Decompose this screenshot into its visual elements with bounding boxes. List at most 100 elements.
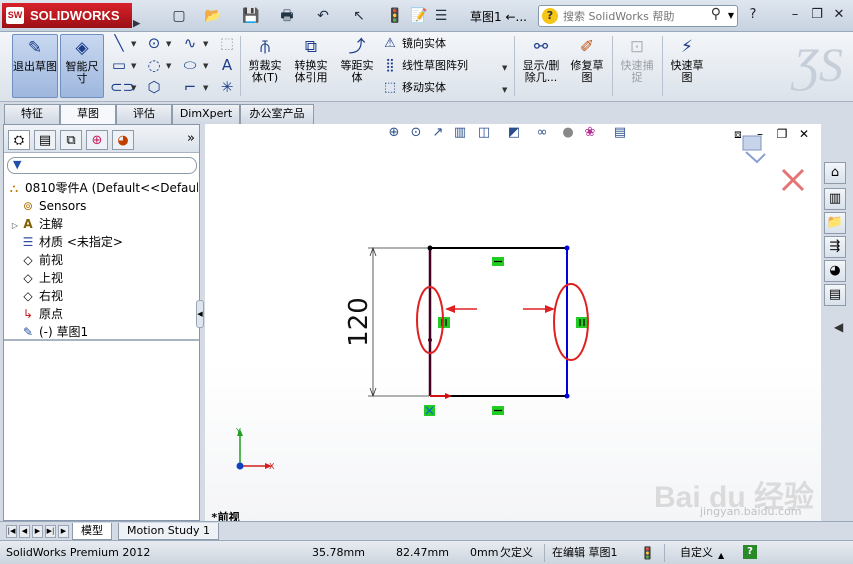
save-icon[interactable]: 💾 bbox=[242, 7, 260, 25]
units-custom[interactable]: 自定义 bbox=[680, 545, 713, 561]
ellipse-icon[interactable]: ⬭ bbox=[181, 56, 199, 74]
fillet-dropdown-icon[interactable]: ▼ bbox=[203, 84, 208, 92]
pattern-dropdown-icon[interactable]: ▼ bbox=[502, 64, 507, 72]
tab-evaluate[interactable]: 评估 bbox=[116, 104, 172, 124]
feature-filter[interactable]: ▼ bbox=[7, 157, 197, 174]
task-pane-collapse-icon[interactable]: ◀ bbox=[834, 320, 843, 334]
offset-entities-button[interactable]: ⤴ 等距实体 bbox=[336, 34, 378, 98]
horizontal-relation-bottom[interactable] bbox=[492, 406, 504, 415]
more-tabs-icon[interactable]: » bbox=[187, 131, 195, 146]
undo-icon[interactable]: ↶ bbox=[314, 7, 332, 25]
open-folder-icon[interactable]: 📂 bbox=[204, 7, 222, 25]
select-arrow-icon[interactable]: ↖ bbox=[350, 7, 368, 25]
convert-entities-button[interactable]: ⧉ 转换实体引用 bbox=[290, 34, 332, 98]
ellipse-dropdown-icon[interactable]: ▼ bbox=[203, 62, 208, 70]
move-entities-button[interactable]: ⬚ 移动实体 bbox=[382, 78, 446, 98]
help-menu-icon[interactable]: ? bbox=[744, 6, 762, 24]
feature-manager-tab-icon[interactable]: ⛭ bbox=[8, 130, 30, 150]
dimxpert-manager-tab-icon[interactable]: ⊕ bbox=[86, 130, 108, 150]
confirm-exit-sketch-icon[interactable] bbox=[742, 135, 766, 164]
origin-coincident-relation[interactable] bbox=[424, 405, 435, 416]
tree-item-top-plane[interactable]: ◇ 上视 bbox=[6, 269, 198, 287]
point-icon[interactable]: ✳ bbox=[218, 78, 236, 96]
configuration-manager-tab-icon[interactable]: ⧉ bbox=[60, 130, 82, 150]
graphics-area[interactable]: ⊕ ⊙ ↗ ▥ ◫ ◩ ∞ ● ❀ ▤ ⧈ – ❐ ✕ 120 Y X *前视 bbox=[205, 124, 821, 521]
vertical-relation-right[interactable] bbox=[576, 317, 588, 328]
linear-pattern-button[interactable]: ⣿ 线性草图阵列 bbox=[382, 56, 468, 76]
display-manager-tab-icon[interactable]: ◕ bbox=[112, 130, 134, 150]
tree-item-material[interactable]: ☰ 材质 <未指定> bbox=[6, 233, 198, 251]
tab-scroll-icon[interactable]: ▶ bbox=[58, 525, 69, 538]
arc-icon[interactable]: ◌ bbox=[145, 56, 163, 74]
spline-icon[interactable]: ∿ bbox=[181, 34, 199, 52]
close-icon[interactable]: ✕ bbox=[830, 6, 848, 24]
tab-dimxpert[interactable]: DimXpert bbox=[172, 104, 240, 124]
fillet-icon[interactable]: ⌐ bbox=[181, 78, 199, 96]
smart-dimension-button[interactable]: ◈ 智能尺寸 bbox=[60, 34, 104, 98]
move-dropdown-icon[interactable]: ▼ bbox=[502, 86, 507, 94]
line-icon[interactable]: ╲ bbox=[110, 34, 128, 52]
quick-tips-icon[interactable]: ? bbox=[743, 545, 757, 559]
line-dropdown-icon[interactable]: ▼ bbox=[131, 40, 136, 48]
rebuild-traffic-light-icon[interactable]: 🚦 bbox=[386, 7, 404, 25]
solidworks-resources-icon[interactable]: ⌂ bbox=[824, 162, 846, 184]
tree-item-annotations[interactable]: ▷ A 注解 bbox=[6, 215, 198, 233]
slot-dropdown-icon[interactable]: ▼ bbox=[131, 84, 136, 92]
cancel-sketch-icon[interactable] bbox=[781, 168, 805, 192]
rapid-sketch-button[interactable]: ⚡ 快速草图 bbox=[666, 34, 708, 98]
first-tab-icon[interactable]: |◀ bbox=[6, 525, 17, 538]
circle-icon[interactable]: ⊙ bbox=[145, 34, 163, 52]
options-icon[interactable]: ☰ bbox=[432, 7, 450, 25]
text-icon[interactable]: A bbox=[218, 56, 236, 74]
vertical-relation-left[interactable] bbox=[438, 317, 450, 328]
tab-model[interactable]: 模型 bbox=[72, 523, 112, 540]
prev-tab-icon[interactable]: ◀ bbox=[19, 525, 30, 538]
next-tab-icon[interactable]: ▶ bbox=[32, 525, 43, 538]
help-search-box[interactable]: ? ⚲ ▼ bbox=[538, 5, 738, 27]
tree-item-front-plane[interactable]: ◇ 前视 bbox=[6, 251, 198, 269]
panel-collapse-handle[interactable]: ◀ bbox=[196, 300, 204, 328]
tab-features[interactable]: 特征 bbox=[4, 104, 60, 124]
search-icon[interactable]: ⚲ bbox=[711, 6, 721, 22]
new-document-icon[interactable]: ▢ bbox=[170, 7, 188, 25]
horizontal-relation-top[interactable] bbox=[492, 257, 504, 266]
tab-office-products[interactable]: 办公室产品 bbox=[240, 104, 314, 124]
construction-geometry-icon[interactable]: ⬚ bbox=[218, 34, 236, 52]
restore-icon[interactable]: ❐ bbox=[808, 6, 826, 24]
tree-item-sensors[interactable]: ⊚ Sensors bbox=[6, 197, 198, 215]
rectangle-dropdown-icon[interactable]: ▼ bbox=[131, 62, 136, 70]
chevron-down-icon[interactable]: ▼ bbox=[728, 11, 734, 20]
minimize-icon[interactable]: – bbox=[786, 6, 804, 24]
display-delete-relations-button[interactable]: ⚯ 显示/删除几... bbox=[518, 34, 564, 98]
rectangle-icon[interactable]: ▭ bbox=[110, 56, 128, 74]
print-icon[interactable]: 🖶 bbox=[278, 7, 296, 25]
quick-snaps-button[interactable]: ⊡ 快速捕捉 bbox=[616, 34, 658, 98]
file-explorer-icon[interactable]: 📁 bbox=[824, 212, 846, 234]
repair-sketch-button[interactable]: ✐ 修复草图 bbox=[566, 34, 608, 98]
exit-sketch-button[interactable]: ✎ 退出草图 bbox=[12, 34, 58, 98]
expand-arrow-icon[interactable]: ▷ bbox=[10, 217, 20, 233]
dimension-value[interactable]: 120 bbox=[344, 297, 374, 347]
tree-item-origin[interactable]: ↳ 原点 bbox=[6, 305, 198, 323]
circle-dropdown-icon[interactable]: ▼ bbox=[166, 40, 171, 48]
design-library-icon[interactable]: ▥ bbox=[824, 188, 846, 210]
custom-properties-icon[interactable]: ▤ bbox=[824, 284, 846, 306]
trim-entities-button[interactable]: ⫚ 剪裁实体(T) bbox=[244, 34, 286, 98]
tree-root[interactable]: ⛬ 0810零件A (Default<<Default bbox=[6, 179, 198, 197]
file-properties-icon[interactable]: 📝 bbox=[410, 7, 428, 25]
spline-dropdown-icon[interactable]: ▼ bbox=[203, 40, 208, 48]
tab-motion-study[interactable]: Motion Study 1 bbox=[118, 523, 220, 540]
help-search-input[interactable] bbox=[563, 8, 709, 24]
tree-item-right-plane[interactable]: ◇ 右视 bbox=[6, 287, 198, 305]
property-manager-tab-icon[interactable]: ▤ bbox=[34, 130, 56, 150]
panel-splitter[interactable] bbox=[4, 339, 199, 341]
solidworks-logo[interactable]: SW SOLIDWORKS ▶ bbox=[2, 3, 140, 28]
last-tab-icon[interactable]: ▶| bbox=[45, 525, 56, 538]
tab-sketch[interactable]: 草图 bbox=[60, 104, 116, 125]
appearances-icon[interactable]: ◕ bbox=[824, 260, 846, 282]
rebuild-status-icon[interactable]: 🚦 bbox=[640, 545, 655, 561]
arc-dropdown-icon[interactable]: ▼ bbox=[166, 62, 171, 70]
view-palette-icon[interactable]: ⇶ bbox=[824, 236, 846, 258]
mirror-entities-button[interactable]: ⚠ 镜向实体 bbox=[382, 34, 446, 54]
slot-icon[interactable]: ⊂⊃ bbox=[110, 78, 135, 96]
